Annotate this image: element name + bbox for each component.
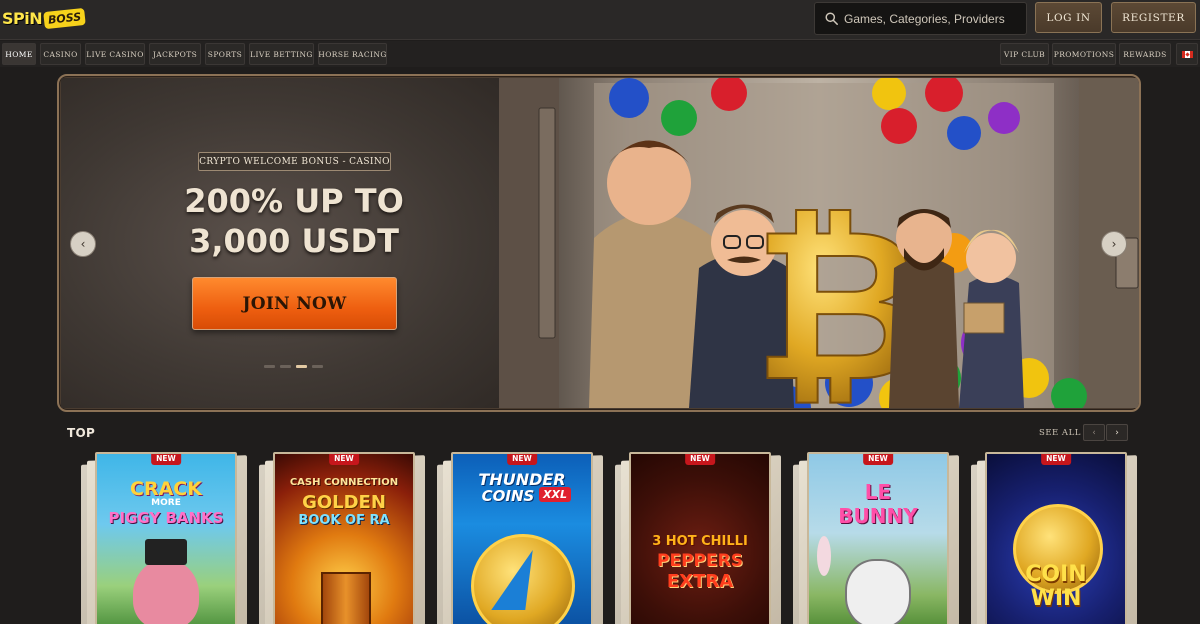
slide-dot[interactable] xyxy=(280,365,291,368)
hero-title-line-1: 200% UP TO xyxy=(184,182,404,220)
game-title: CRACK xyxy=(130,478,202,500)
book-artwork xyxy=(321,572,371,624)
chevron-left-icon: ‹ xyxy=(1092,427,1096,438)
nav-live-casino[interactable]: LIVE CASINO xyxy=(85,43,145,65)
games-prev-button[interactable]: ‹ xyxy=(1083,424,1105,441)
new-badge: NEW xyxy=(685,454,715,465)
game-title: XXL xyxy=(539,487,571,502)
see-all-link[interactable]: SEE ALL xyxy=(1039,428,1081,438)
game-title: BOOK OF RA xyxy=(298,513,390,528)
nav-live-betting[interactable]: LIVE BETTING xyxy=(249,43,314,65)
new-badge: NEW xyxy=(863,454,893,465)
game-title: PEPPERS xyxy=(657,551,743,571)
games-next-button[interactable]: › xyxy=(1106,424,1128,441)
chevron-right-icon: › xyxy=(1115,427,1119,438)
logo-word-boss: BOSS xyxy=(43,7,87,29)
nav-sports[interactable]: SPORTS xyxy=(205,43,245,65)
bunny-ear xyxy=(817,536,831,576)
language-selector[interactable] xyxy=(1176,43,1198,65)
nav-promotions[interactable]: PROMOTIONS xyxy=(1052,43,1116,65)
game-thumbnail[interactable]: NEW CRACK MORE PIGGY BANKS xyxy=(95,452,237,624)
game-title: CASH CONNECTION xyxy=(289,477,399,488)
nav-horse-racing[interactable]: HORSE RACING xyxy=(318,43,387,65)
game-title: PIGGY BANKS xyxy=(108,509,224,527)
nav-home[interactable]: HOME xyxy=(2,43,36,65)
game-title: BUNNY xyxy=(838,504,918,528)
top-section-title: TOP xyxy=(67,426,96,440)
hero-bonus-tag: CRYPTO WELCOME BONUS - CASINO xyxy=(198,152,391,171)
new-badge: NEW xyxy=(151,454,181,465)
slide-indicators xyxy=(264,365,323,368)
canada-flag-icon xyxy=(1181,50,1193,58)
game-card-le-bunny[interactable]: NEW LE BUNNY xyxy=(793,452,967,624)
nav-rewards[interactable]: REWARDS xyxy=(1119,43,1171,65)
game-title: 3 HOT CHILLI xyxy=(652,534,748,549)
game-card-3-hot-chilli-peppers-extra[interactable]: NEW 3 HOT CHILLI PEPPERS EXTRA xyxy=(615,452,789,624)
game-title: GOLDEN xyxy=(302,492,386,513)
hero-title: 200% UP TO 3,000 USDT xyxy=(150,181,438,261)
pig-character xyxy=(133,559,199,624)
slide-dot[interactable] xyxy=(264,365,275,368)
game-title: MORE xyxy=(151,498,181,508)
register-button[interactable]: REGISTER xyxy=(1111,2,1196,33)
game-title: LE xyxy=(864,480,892,504)
game-thumbnail[interactable]: NEW COIN WIN xyxy=(985,452,1127,624)
new-badge: NEW xyxy=(1041,454,1071,465)
nav-jackpots[interactable]: JACKPOTS xyxy=(149,43,201,65)
hero-prev-button[interactable]: ‹ xyxy=(70,231,96,257)
search-box[interactable] xyxy=(814,2,1027,35)
slide-dot[interactable] xyxy=(312,365,323,368)
game-card-thunder-coins-xxl[interactable]: NEW THUNDER COINS XXL xyxy=(437,452,611,624)
top-hat xyxy=(145,539,187,565)
game-thumbnail[interactable]: NEW LE BUNNY xyxy=(807,452,949,624)
new-badge: NEW xyxy=(507,454,537,465)
bunny-character xyxy=(845,559,911,624)
main-nav: HOME CASINO LIVE CASINO JACKPOTS SPORTS … xyxy=(0,41,1200,67)
game-card-golden-book-of-ra[interactable]: NEW CASH CONNECTION GOLDEN BOOK OF RA xyxy=(259,452,433,624)
game-title: COIN xyxy=(1025,562,1087,587)
game-thumbnail[interactable]: NEW CASH CONNECTION GOLDEN BOOK OF RA xyxy=(273,452,415,624)
game-card-crack-more-piggy-banks[interactable]: NEW CRACK MORE PIGGY BANKS xyxy=(81,452,255,624)
login-button[interactable]: LOG IN xyxy=(1035,2,1102,33)
search-input[interactable] xyxy=(844,11,1024,26)
hero-next-button[interactable]: › xyxy=(1101,231,1127,257)
top-bar: SPiN BOSS LOG IN REGISTER xyxy=(0,0,1200,40)
game-title: WIN xyxy=(1030,586,1082,611)
chevron-right-icon: › xyxy=(1111,237,1117,251)
game-title: EXTRA xyxy=(666,571,734,592)
nav-vip-club[interactable]: VIP CLUB xyxy=(1000,43,1049,65)
hero-title-line-2: 3,000 USDT xyxy=(189,222,399,260)
game-thumbnail[interactable]: NEW 3 HOT CHILLI PEPPERS EXTRA xyxy=(629,452,771,624)
chevron-left-icon: ‹ xyxy=(80,237,86,251)
search-icon xyxy=(825,12,838,25)
spinboss-logo[interactable]: SPiN BOSS xyxy=(2,5,87,31)
new-badge: NEW xyxy=(329,454,359,465)
game-thumbnail[interactable]: NEW THUNDER COINS XXL xyxy=(451,452,593,624)
hero-artwork: ₿ xyxy=(499,78,1139,408)
game-card-coin-win[interactable]: NEW COIN WIN xyxy=(971,452,1145,624)
slide-dot-active[interactable] xyxy=(296,365,307,368)
join-now-button[interactable]: JOIN NOW xyxy=(192,277,397,330)
logo-word-spin: SPiN xyxy=(2,8,43,28)
nav-casino[interactable]: CASINO xyxy=(40,43,81,65)
